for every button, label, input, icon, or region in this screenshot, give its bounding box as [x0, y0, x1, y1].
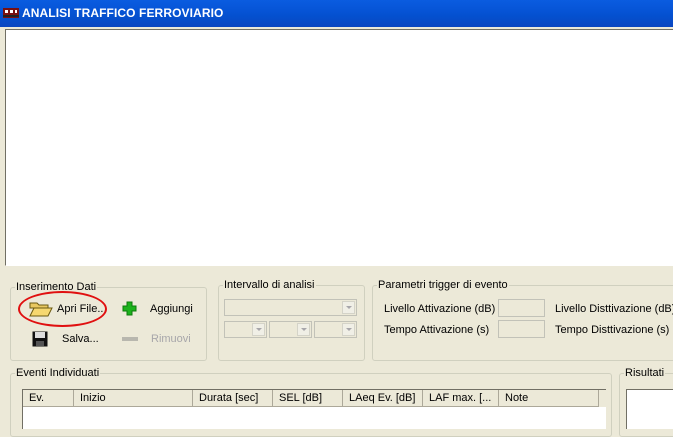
eventi-individuati-legend: Eventi Individuati [16, 367, 100, 379]
activation-level-label: Livello Attivazione (dB) [384, 303, 496, 315]
deactivation-time-label: Tempo Disttivazione (s) [555, 324, 670, 336]
column-header[interactable]: LAeq Ev. [dB] [343, 390, 423, 407]
window-title: ANALISI TRAFFICO FERROVIARIO [22, 6, 224, 20]
column-header[interactable]: Ev. [23, 390, 74, 407]
interval-end-select[interactable] [314, 321, 357, 338]
intervallo-analisi-group: Intervallo di analisi [218, 279, 365, 361]
trigger-params-legend: Parametri trigger di evento [378, 279, 508, 291]
floppy-disk-icon [32, 331, 48, 347]
chevron-down-icon [297, 323, 310, 336]
intervallo-analisi-legend: Intervallo di analisi [224, 279, 315, 291]
chevron-down-icon [252, 323, 265, 336]
activation-time-input[interactable] [498, 320, 545, 338]
events-table-header: Ev. Inizio Durata [sec] SEL [dB] LAeq Ev… [23, 390, 606, 407]
plus-icon [122, 301, 137, 316]
save-label: Salva... [62, 333, 99, 345]
highlight-oval [18, 291, 107, 327]
chevron-down-icon [342, 301, 355, 314]
minus-icon [122, 337, 138, 341]
events-table[interactable]: Ev. Inizio Durata [sec] SEL [dB] LAeq Ev… [22, 389, 606, 429]
column-header[interactable]: Note [499, 390, 599, 407]
add-label: Aggiungi [150, 302, 193, 315]
column-header[interactable]: SEL [dB] [273, 390, 343, 407]
interval-start-select[interactable] [224, 321, 267, 338]
interval-mid-select[interactable] [269, 321, 312, 338]
train-app-icon [3, 8, 19, 18]
risultati-legend: Risultati [625, 367, 665, 379]
add-button[interactable]: Aggiungi [122, 301, 193, 316]
deactivation-level-label: Livello Disttivazione (dB) [555, 303, 673, 315]
activation-level-input[interactable] [498, 299, 545, 317]
interval-select[interactable] [224, 299, 357, 316]
signal-plot-area[interactable] [5, 29, 673, 266]
chevron-down-icon [342, 323, 355, 336]
activation-time-label: Tempo Attivazione (s) [384, 324, 490, 336]
column-header[interactable]: Inizio [74, 390, 193, 407]
save-button[interactable]: Salva... [32, 331, 99, 347]
remove-label: Rimuovi [151, 333, 191, 345]
remove-button[interactable]: Rimuovi [122, 332, 191, 346]
title-bar[interactable]: ANALISI TRAFFICO FERROVIARIO [0, 0, 673, 27]
column-header[interactable]: Durata [sec] [193, 390, 273, 407]
results-panel[interactable] [626, 389, 673, 429]
column-header[interactable]: LAF max. [... [423, 390, 499, 407]
